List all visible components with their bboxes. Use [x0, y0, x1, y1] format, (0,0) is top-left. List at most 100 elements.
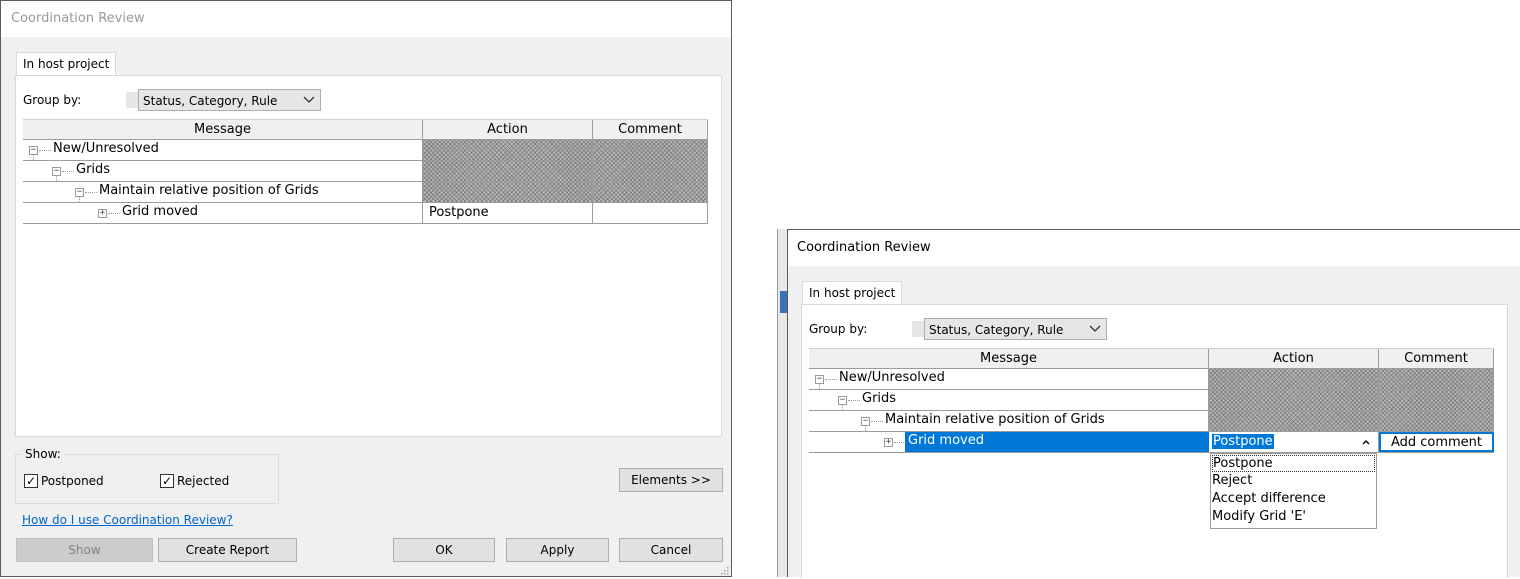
message-text: Maintain relative position of Grids — [885, 412, 1105, 427]
chevron-up-icon[interactable] — [1361, 436, 1371, 446]
group-by-select[interactable]: Status, Category, Rule — [138, 89, 321, 111]
tree-connector — [56, 175, 57, 181]
group-by-label: Group by: — [809, 322, 868, 336]
action-cell-disabled — [423, 140, 593, 160]
show-label: Show: — [22, 447, 64, 461]
action-cell-disabled — [1209, 411, 1379, 431]
table-row-selected[interactable]: + Grid moved Postpone Add comment — [809, 425, 1494, 453]
resize-grip-icon[interactable] — [719, 564, 729, 575]
grid-header: Message Action Comment — [809, 348, 1494, 369]
rejected-checkbox[interactable]: ✓ — [160, 474, 174, 488]
tree-connector — [85, 192, 97, 193]
message-text: Grids — [76, 162, 111, 177]
show-groupbox: Show: ✓ Postponed ✓ Rejected — [15, 447, 279, 504]
dropdown-option-reject[interactable]: Reject — [1212, 473, 1252, 488]
message-cell: − New/Unresolved — [809, 369, 1209, 389]
action-dropdown-value: Postpone — [1212, 434, 1274, 449]
message-text: New/Unresolved — [53, 141, 159, 156]
action-value: Postpone — [429, 205, 489, 220]
dropdown-option-accept-difference[interactable]: Accept difference — [1212, 491, 1326, 506]
dropdown-option-modify-grid[interactable]: Modify Grid 'E' — [1212, 509, 1306, 524]
table-row[interactable]: − Grids — [809, 383, 1494, 411]
group-by-select[interactable]: Status, Category, Rule — [924, 318, 1107, 340]
message-text: New/Unresolved — [839, 370, 945, 385]
tree-connector — [842, 404, 843, 410]
title-bar: Coordination Review — [1, 1, 731, 37]
message-cell[interactable]: + Grid moved — [23, 196, 423, 223]
message-text: Grid moved — [908, 433, 984, 448]
comment-cell-disabled — [1379, 411, 1494, 431]
cancel-button[interactable]: Cancel — [619, 538, 723, 562]
elements-button[interactable]: Elements >> — [619, 468, 723, 492]
column-header-message[interactable]: Message — [23, 120, 423, 140]
message-cell: − New/Unresolved — [23, 140, 423, 160]
tree-connector — [865, 425, 866, 431]
review-panel: Group by: Status, Category, Rule Message… — [15, 75, 722, 437]
action-cell-disabled — [423, 182, 593, 202]
table-row[interactable]: − New/Unresolved — [809, 369, 1494, 390]
table-row[interactable]: − Maintain relative position of Grids — [23, 175, 708, 203]
grid-header: Message Action Comment — [23, 119, 708, 140]
action-dropdown[interactable]: Postpone — [1209, 432, 1379, 452]
expand-icon[interactable]: + — [884, 438, 893, 447]
add-comment-button[interactable]: Add comment — [1379, 432, 1494, 452]
message-text: Maintain relative position of Grids — [99, 183, 319, 198]
apply-button[interactable]: Apply — [506, 538, 609, 562]
review-grid: Message Action Comment − New/Unresolved … — [23, 119, 708, 229]
dropdown-option-postpone[interactable]: Postpone — [1212, 455, 1375, 472]
comment-cell-disabled — [593, 140, 708, 160]
create-report-button[interactable]: Create Report — [158, 538, 297, 562]
message-text: Grids — [862, 391, 897, 406]
message-cell[interactable]: + Grid moved — [809, 425, 1209, 452]
tree-connector — [894, 442, 904, 443]
tree-connector — [871, 421, 883, 422]
tab-in-host-project[interactable]: In host project — [16, 52, 117, 76]
option-text: Postpone — [1213, 456, 1273, 471]
group-by-value: Status, Category, Rule — [143, 94, 278, 108]
title-bar: Coordination Review — [788, 230, 1520, 266]
message-cell: − Maintain relative position of Grids — [809, 404, 1209, 431]
rejected-label[interactable]: Rejected — [177, 474, 229, 488]
message-cell: − Maintain relative position of Grids — [23, 175, 423, 202]
show-button[interactable]: Show — [16, 538, 153, 562]
tree-connector — [79, 196, 80, 202]
postponed-checkbox[interactable]: ✓ — [24, 474, 38, 488]
column-header-comment[interactable]: Comment — [593, 120, 708, 140]
coordination-review-dialog: Coordination Review In host project Grou… — [0, 0, 732, 577]
postponed-label[interactable]: Postponed — [41, 474, 104, 488]
dialog-title: Coordination Review — [797, 240, 931, 255]
column-header-message[interactable]: Message — [809, 349, 1209, 369]
action-cell-disabled — [423, 161, 593, 181]
review-panel: Group by: Status, Category, Rule Message… — [801, 304, 1508, 578]
table-row[interactable]: − Maintain relative position of Grids — [809, 404, 1494, 432]
comment-cell[interactable] — [593, 203, 708, 223]
action-cell[interactable]: Postpone — [423, 203, 593, 223]
tree-connector — [819, 383, 820, 389]
group-by-label: Group by: — [23, 93, 82, 107]
tree-connector — [62, 171, 74, 172]
help-link[interactable]: How do I use Coordination Review? — [22, 513, 233, 527]
table-row[interactable]: − New/Unresolved — [23, 140, 708, 161]
comment-cell-disabled — [1379, 369, 1494, 389]
message-text: Grid moved — [122, 204, 198, 219]
comment-cell-disabled — [1379, 390, 1494, 410]
ok-button[interactable]: OK — [393, 538, 495, 562]
dialog-title: Coordination Review — [11, 11, 145, 26]
chevron-down-icon — [1089, 321, 1101, 335]
chevron-down-icon — [303, 92, 315, 106]
table-row[interactable]: − Grids — [23, 154, 708, 182]
tree-connector — [33, 154, 34, 160]
column-header-action[interactable]: Action — [1209, 349, 1379, 369]
column-header-comment[interactable]: Comment — [1379, 349, 1494, 369]
table-row[interactable]: + Grid moved Postpone — [23, 196, 708, 224]
review-grid: Message Action Comment − New/Unresolved … — [809, 348, 1494, 548]
tree-connector — [39, 150, 51, 151]
message-cell: − Grids — [23, 154, 423, 181]
coordination-review-dialog-dropdown-open: Coordination Review In host project Grou… — [787, 229, 1520, 578]
column-header-action[interactable]: Action — [423, 120, 593, 140]
selected-message-highlight: Grid moved — [905, 432, 1209, 452]
tab-in-host-project[interactable]: In host project — [802, 281, 903, 305]
tree-connector — [108, 213, 120, 214]
message-cell: − Grids — [809, 383, 1209, 410]
expand-icon[interactable]: + — [98, 209, 107, 218]
